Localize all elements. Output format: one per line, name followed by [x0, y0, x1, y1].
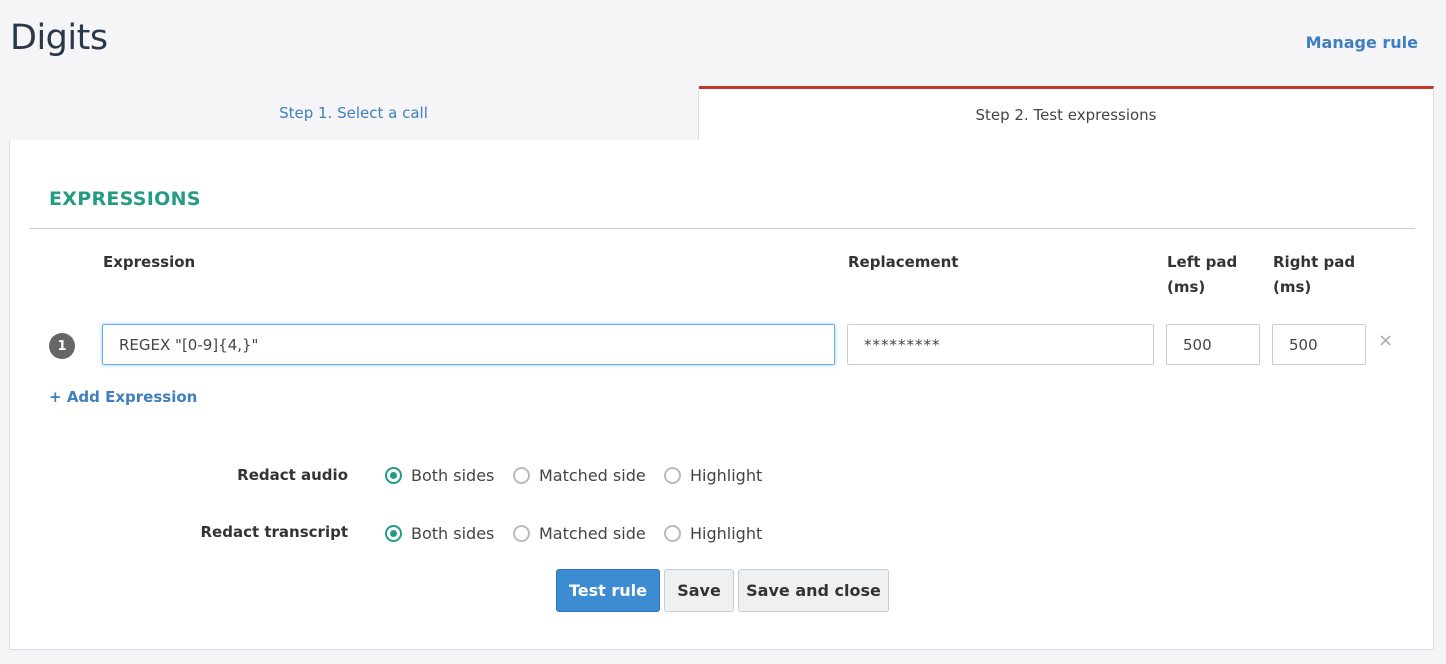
- left-pad-input[interactable]: 500: [1166, 324, 1260, 365]
- manage-rule-link[interactable]: Manage rule: [1306, 33, 1418, 52]
- radio-label: Highlight: [690, 466, 763, 485]
- radio-label: Matched side: [539, 466, 646, 485]
- column-header-right-pad: Right pad (ms): [1273, 250, 1355, 300]
- column-header-replacement: Replacement: [848, 253, 959, 271]
- redact-audio-label: Redact audio: [237, 466, 348, 484]
- tab-test-expressions[interactable]: Step 2. Test expressions: [699, 86, 1434, 141]
- add-expression-link[interactable]: + Add Expression: [49, 388, 197, 406]
- redact-audio-both-sides[interactable]: Both sides: [385, 466, 494, 485]
- right-pad-label: Right pad: [1273, 253, 1356, 271]
- radio-label: Matched side: [539, 524, 646, 543]
- radio-label: Highlight: [690, 524, 763, 543]
- radio-unchecked-icon: [664, 467, 681, 484]
- test-rule-button[interactable]: Test rule: [556, 569, 660, 612]
- radio-label: Both sides: [411, 466, 495, 485]
- save-button[interactable]: Save: [664, 569, 734, 612]
- radio-unchecked-icon: [513, 525, 530, 542]
- redact-audio-highlight[interactable]: Highlight: [664, 466, 762, 485]
- radio-unchecked-icon: [664, 525, 681, 542]
- tab-select-call[interactable]: Step 1. Select a call: [9, 86, 699, 141]
- radio-checked-icon: [385, 467, 402, 484]
- redact-transcript-both-sides[interactable]: Both sides: [385, 524, 494, 543]
- plus-icon: +: [49, 388, 62, 406]
- redact-transcript-matched-side[interactable]: Matched side: [513, 524, 646, 543]
- left-pad-unit: (ms): [1167, 278, 1206, 296]
- expressions-panel: EXPRESSIONS Expression Replacement Left …: [9, 140, 1434, 650]
- row-number-badge: 1: [49, 333, 75, 359]
- expression-input[interactable]: REGEX "[0-9]{4,}": [102, 324, 835, 365]
- section-title: EXPRESSIONS: [49, 188, 201, 210]
- replacement-input[interactable]: *********: [847, 324, 1154, 365]
- page-title: Digits: [10, 18, 108, 58]
- right-pad-unit: (ms): [1273, 278, 1312, 296]
- redact-audio-matched-side[interactable]: Matched side: [513, 466, 646, 485]
- redact-transcript-highlight[interactable]: Highlight: [664, 524, 762, 543]
- radio-unchecked-icon: [513, 467, 530, 484]
- radio-checked-icon: [385, 525, 402, 542]
- redact-transcript-label: Redact transcript: [200, 523, 348, 541]
- right-pad-input[interactable]: 500: [1272, 324, 1366, 365]
- column-header-expression: Expression: [103, 253, 196, 271]
- column-header-left-pad: Left pad (ms): [1167, 250, 1237, 300]
- radio-label: Both sides: [411, 524, 495, 543]
- save-and-close-button[interactable]: Save and close: [738, 569, 889, 612]
- add-expression-label: Add Expression: [66, 388, 198, 406]
- remove-expression-icon[interactable]: ×: [1378, 330, 1393, 351]
- section-divider: [30, 228, 1415, 229]
- left-pad-label: Left pad: [1167, 253, 1238, 271]
